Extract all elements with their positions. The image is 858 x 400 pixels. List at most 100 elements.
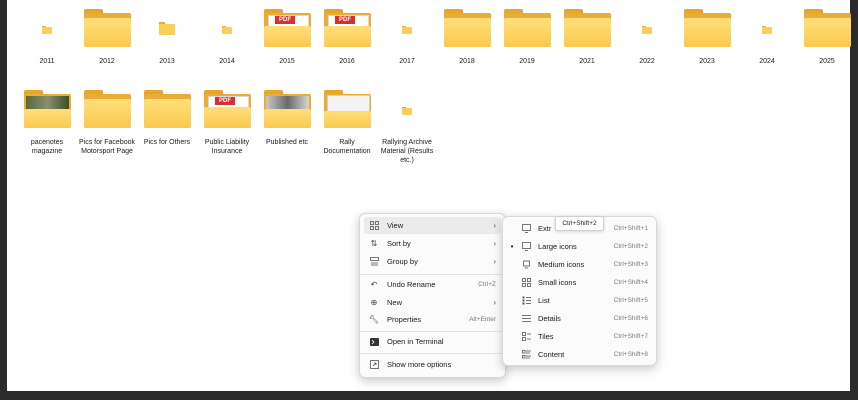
terminal-icon bbox=[369, 337, 379, 347]
menu-divider bbox=[360, 353, 505, 354]
view-option-large-icons[interactable]: • Large icons Ctrl+Shift+2 bbox=[507, 238, 652, 255]
folder-item-pics-others[interactable]: Pics for Others bbox=[137, 86, 197, 165]
view-option-list[interactable]: List Ctrl+Shift+5 bbox=[507, 292, 652, 309]
folder-icon bbox=[77, 86, 137, 134]
folder-label: 2014 bbox=[219, 58, 235, 65]
menu-item-label: New bbox=[387, 298, 403, 307]
menu-item-properties[interactable]: 🔧︎ Properties Alt+Enter bbox=[364, 311, 501, 328]
menu-item-label: Properties bbox=[387, 315, 422, 324]
folder-item-2014[interactable]: 2014 bbox=[197, 5, 257, 66]
menu-item-new[interactable]: ⊕ New › bbox=[364, 294, 501, 311]
view-option-shortcut: Ctrl+Shift+1 bbox=[613, 225, 648, 232]
shortcut-tooltip: Ctrl+Shift+2 bbox=[555, 216, 604, 231]
view-option-medium-icons[interactable]: Medium icons Ctrl+Shift+3 bbox=[507, 256, 652, 273]
folder-item-rallying-archive[interactable]: Rallying Archive Material (Results etc.) bbox=[377, 86, 437, 165]
details-icon bbox=[521, 314, 531, 324]
folder-label: 2022 bbox=[639, 58, 655, 65]
folder-item-2017[interactable]: 2017 bbox=[377, 5, 437, 66]
folder-icon bbox=[17, 5, 77, 53]
folder-label: 2021 bbox=[579, 58, 595, 65]
folder-item-2018[interactable]: 2018 bbox=[437, 5, 497, 66]
folder-item-2024[interactable]: 2024 bbox=[737, 5, 797, 66]
monitor-icon bbox=[521, 242, 531, 252]
view-option-small-icons[interactable]: Small icons Ctrl+Shift+4 bbox=[507, 274, 652, 291]
menu-item-shortcut: Ctrl+Z bbox=[478, 281, 496, 288]
folder-item-2023[interactable]: 2023 bbox=[677, 5, 737, 66]
folder-item-pics-facebook[interactable]: Pics for Facebook Motorsport Page bbox=[77, 86, 137, 165]
folder-item-2012[interactable]: 2012 bbox=[77, 5, 137, 66]
menu-item-undo-rename[interactable]: ↶ Undo Rename Ctrl+Z bbox=[364, 276, 501, 293]
folder-row-2: pacenotes magazine Pics for Facebook Mot… bbox=[17, 86, 437, 165]
plus-circle-icon: ⊕ bbox=[370, 298, 378, 307]
view-submenu: Extr Ctrl+Shift+1 • Large icons Ctrl+Shi… bbox=[502, 216, 657, 366]
folder-item-2011[interactable]: 2011 bbox=[17, 5, 77, 66]
chevron-right-icon: › bbox=[493, 257, 496, 266]
folder-label: Pics for Facebook Motorsport Page bbox=[78, 139, 136, 155]
folder-item-2025[interactable]: 2025 bbox=[797, 5, 857, 66]
folder-icon bbox=[617, 5, 677, 53]
menu-item-label: Sort by bbox=[387, 239, 411, 248]
folder-item-2013[interactable]: 2013 bbox=[137, 5, 197, 66]
menu-item-shortcut: Alt+Enter bbox=[469, 316, 496, 323]
folder-item-2022[interactable]: 2022 bbox=[617, 5, 677, 66]
view-option-tiles[interactable]: Tiles Ctrl+Shift+7 bbox=[507, 328, 652, 345]
grid-icon bbox=[521, 278, 531, 288]
menu-item-view[interactable]: View › bbox=[364, 217, 501, 234]
folder-label: 2011 bbox=[39, 58, 55, 65]
menu-item-label: Undo Rename bbox=[387, 280, 436, 289]
folder-label: 2017 bbox=[399, 58, 415, 65]
view-option-label: Medium icons bbox=[538, 260, 585, 269]
menu-item-group-by[interactable]: Group by › bbox=[364, 253, 501, 270]
folder-item-published[interactable]: Published etc bbox=[257, 86, 317, 165]
view-option-details[interactable]: Details Ctrl+Shift+6 bbox=[507, 310, 652, 327]
menu-item-open-terminal[interactable]: Open in Terminal bbox=[364, 333, 501, 350]
folder-icon bbox=[377, 86, 437, 134]
menu-item-label: Open in Terminal bbox=[387, 337, 444, 346]
pdf-badge: PDF bbox=[335, 16, 355, 24]
context-menu: View › ⇅ Sort by › Group by › ↶ Undo Ren… bbox=[359, 213, 506, 378]
folder-icon bbox=[437, 5, 497, 53]
group-icon bbox=[369, 257, 379, 267]
view-option-label: Tiles bbox=[538, 332, 554, 341]
view-option-content[interactable]: Content Ctrl+Shift+8 bbox=[507, 346, 652, 363]
folder-item-2016[interactable]: PDF 2016 bbox=[317, 5, 377, 66]
folder-photo-icon bbox=[17, 86, 77, 134]
folder-item-2021[interactable]: 2021 bbox=[557, 5, 617, 66]
monitor-icon bbox=[521, 224, 531, 234]
folder-item-2015[interactable]: PDF 2015 bbox=[257, 5, 317, 66]
folder-item-public-liability[interactable]: PDF Public Liability Insurance bbox=[197, 86, 257, 165]
folder-label: 2019 bbox=[519, 58, 535, 65]
folder-icon bbox=[677, 5, 737, 53]
folder-item-2019[interactable]: 2019 bbox=[497, 5, 557, 66]
folder-label: 2025 bbox=[819, 58, 835, 65]
folder-label: 2015 bbox=[279, 58, 295, 65]
chevron-right-icon: › bbox=[493, 221, 496, 230]
view-option-shortcut: Ctrl+Shift+4 bbox=[613, 279, 648, 286]
folder-label: pacenotes magazine bbox=[30, 139, 64, 155]
pdf-badge: PDF bbox=[215, 97, 235, 105]
grid-icon bbox=[369, 221, 379, 231]
folder-icon bbox=[137, 86, 197, 134]
folder-row-1: 2011 2012 2013 2014 PDF 2015 PDF 2016 20… bbox=[17, 5, 857, 66]
folder-item-rally-documentation[interactable]: Rally Documentation bbox=[317, 86, 377, 165]
tiles-icon bbox=[521, 332, 531, 342]
folder-icon bbox=[197, 5, 257, 53]
menu-item-sort-by[interactable]: ⇅ Sort by › bbox=[364, 235, 501, 252]
folder-label: 2024 bbox=[759, 58, 775, 65]
folder-label: 2018 bbox=[459, 58, 475, 65]
wrench-icon: 🔧︎ bbox=[368, 315, 380, 324]
folder-label: Published etc bbox=[265, 139, 309, 146]
folder-pdf-icon: PDF bbox=[317, 5, 377, 53]
menu-item-label: Group by bbox=[387, 257, 418, 266]
folder-icon bbox=[797, 5, 857, 53]
folder-item-pacenotes[interactable]: pacenotes magazine bbox=[17, 86, 77, 165]
menu-item-show-more-options[interactable]: Show more options bbox=[364, 356, 501, 373]
folder-label: 2016 bbox=[339, 58, 355, 65]
view-option-shortcut: Ctrl+Shift+3 bbox=[613, 261, 648, 268]
folder-icon bbox=[77, 5, 137, 53]
folder-label: 2012 bbox=[99, 58, 115, 65]
pdf-badge: PDF bbox=[275, 16, 295, 24]
chevron-right-icon: › bbox=[493, 239, 496, 248]
menu-divider bbox=[360, 274, 505, 275]
menu-divider bbox=[360, 331, 505, 332]
